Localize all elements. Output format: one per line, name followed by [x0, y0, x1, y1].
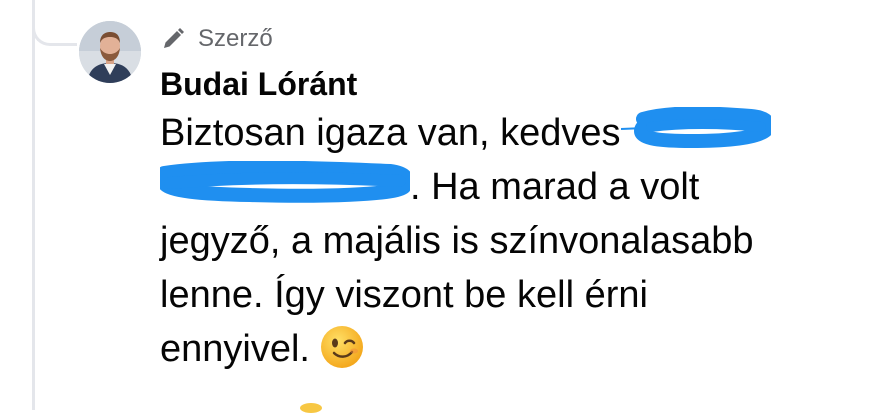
wink-emoji-icon — [320, 325, 364, 369]
redacted-name-continued — [160, 161, 410, 203]
pencil-icon — [160, 26, 186, 52]
thread-connector — [32, 0, 77, 46]
avatar[interactable] — [79, 21, 141, 83]
author-photo — [79, 21, 141, 83]
comment: Szerző Budai Lóránt Biztosan igaza van, … — [160, 22, 880, 376]
comment-text-part2: . Ha marad a volt — [410, 166, 700, 208]
comment-text-line5: ennyivel. — [160, 328, 310, 370]
badge-label: Szerző — [198, 25, 273, 52]
cropped-emoji — [300, 403, 322, 413]
author-badge: Szerző — [160, 22, 880, 56]
redacted-name — [620, 107, 771, 149]
thread-line — [32, 0, 35, 410]
author-name[interactable]: Budai Lóránt — [160, 64, 880, 104]
comment-text-part1: Biztosan igaza van, kedves — [160, 112, 621, 154]
comment-text: Biztosan igaza van, kedves . Ha marad a … — [160, 106, 880, 376]
comment-text-line4: lenne. Így viszont be kell érni — [160, 274, 648, 316]
comment-text-line3: jegyző, a majális is színvonalasabb — [160, 220, 754, 262]
